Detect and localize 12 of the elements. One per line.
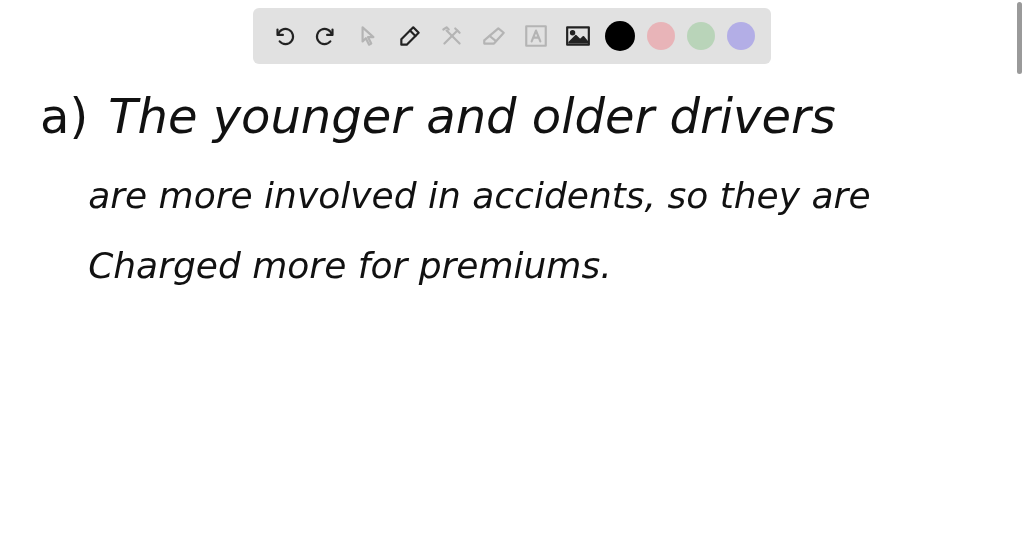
color-swatch[interactable] xyxy=(605,21,635,51)
text-icon xyxy=(523,23,549,49)
color-swatch[interactable] xyxy=(727,22,755,50)
image-icon xyxy=(565,23,591,49)
handwritten-text: The younger and older drivers xyxy=(108,87,837,146)
answer-label: a) xyxy=(40,87,89,146)
handwritten-text: are more involved in accidents, so they are xyxy=(88,174,871,218)
color-swatch[interactable] xyxy=(687,22,715,50)
color-swatch[interactable] xyxy=(647,22,675,50)
pen-icon xyxy=(397,23,423,49)
scrollbar[interactable] xyxy=(1017,2,1022,74)
handwritten-text: Charged more for premiums. xyxy=(88,244,613,288)
